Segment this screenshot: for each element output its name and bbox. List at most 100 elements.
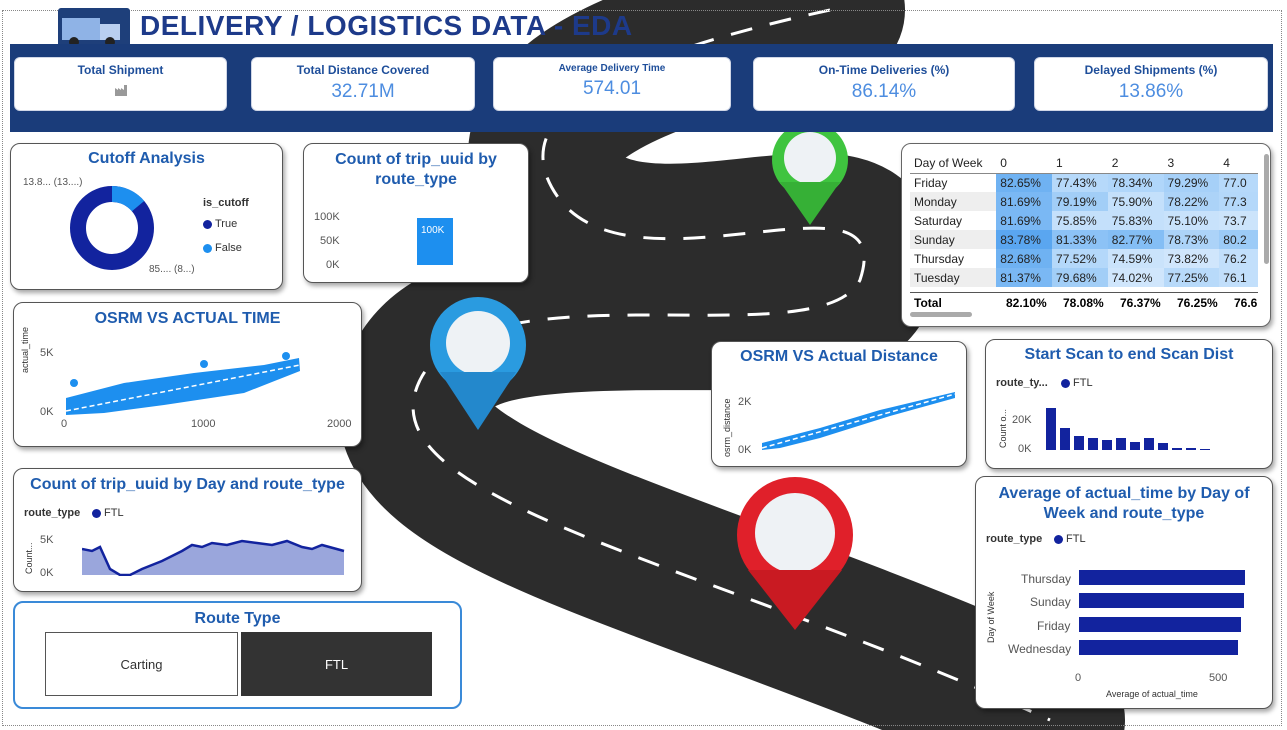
area-chart[interactable] bbox=[82, 531, 347, 576]
kpi-label: Average Delivery Time bbox=[558, 63, 666, 74]
row-header: Saturday bbox=[914, 213, 963, 228]
matrix-cell: 78.22% bbox=[1163, 192, 1220, 211]
bar-sunday[interactable] bbox=[1079, 593, 1244, 608]
category-label: Thursday bbox=[1021, 572, 1072, 586]
legend-label: FTL bbox=[1073, 377, 1093, 389]
x-tick: 500 bbox=[1209, 672, 1228, 684]
matrix-cell: 78.73% bbox=[1163, 230, 1220, 249]
legend-title: route_type bbox=[986, 533, 1043, 545]
matrix-cell: 76.2 bbox=[1219, 249, 1258, 268]
total-cell: 76.37% bbox=[1120, 296, 1161, 310]
matrix-corner: Day of Week bbox=[914, 156, 983, 171]
matrix-col-header[interactable]: 4 bbox=[1219, 154, 1258, 173]
kpi-label: Delayed Shipments (%) bbox=[1084, 63, 1218, 77]
bar-thursday[interactable] bbox=[1079, 570, 1245, 585]
x-axis-label: Average of actual_time bbox=[1106, 689, 1198, 699]
x-tick: 2000 bbox=[327, 418, 352, 430]
donut-chart[interactable] bbox=[66, 182, 158, 274]
matrix-cell: 79.68% bbox=[1052, 268, 1108, 287]
matrix-cell: 75.85% bbox=[1052, 211, 1108, 230]
matrix-cell: 75.10% bbox=[1163, 211, 1220, 230]
row-header: Tuesday bbox=[914, 270, 960, 285]
matrix-cell: 75.90% bbox=[1107, 192, 1164, 211]
matrix-col-header[interactable]: 0 bbox=[996, 154, 1052, 173]
legend-dot-icon bbox=[203, 243, 212, 253]
kpi-total-shipment: Total Shipment bbox=[14, 57, 227, 111]
row-header: Thursday bbox=[914, 251, 965, 266]
legend-label: FTL bbox=[1066, 533, 1086, 545]
x-tick: 0 bbox=[61, 418, 68, 430]
y-tick: 0K bbox=[40, 567, 54, 579]
matrix-cell: 83.78% bbox=[996, 230, 1053, 249]
kpi-value: 574.01 bbox=[582, 78, 642, 99]
total-cell: 76.6 bbox=[1234, 296, 1258, 310]
total-cell: 82.10% bbox=[1006, 296, 1047, 310]
matrix-cell: 82.68% bbox=[996, 249, 1053, 268]
osrm-vs-actual-distance-card[interactable]: OSRM VS Actual Distance osrm_distance 2K… bbox=[711, 341, 967, 467]
vertical-scrollbar[interactable] bbox=[1264, 154, 1269, 264]
y-axis-label: actual_time bbox=[20, 326, 30, 373]
y-tick: 2K bbox=[738, 396, 752, 408]
legend-item-ftl[interactable]: FTL bbox=[92, 507, 124, 519]
y-axis-label: osrm_distance bbox=[722, 398, 732, 457]
trip-count-day-card[interactable]: Count of trip_uuid by Day and route_type… bbox=[13, 468, 362, 592]
matrix-cell: 76.1 bbox=[1219, 268, 1258, 287]
kpi-total-distance: Total Distance Covered 32.71M bbox=[251, 57, 475, 111]
matrix-total-row: Total 82.10% 78.08% 76.37% 76.25% 76.6 bbox=[910, 292, 1258, 312]
bar-data-label: 100K bbox=[421, 225, 445, 236]
matrix-col-header[interactable]: 1 bbox=[1052, 154, 1108, 173]
matrix-col-header[interactable]: 2 bbox=[1108, 154, 1164, 173]
matrix-cell: 77.25% bbox=[1163, 268, 1220, 287]
bar-wednesday[interactable] bbox=[1079, 640, 1238, 655]
y-tick: 20K bbox=[1012, 414, 1032, 426]
scatter-plot[interactable] bbox=[64, 343, 354, 418]
category-label: Friday bbox=[1037, 619, 1071, 633]
y-axis-label: Day of Week bbox=[986, 591, 996, 643]
card-title: Average of actual_time by Day of Week an… bbox=[998, 485, 1250, 522]
histogram[interactable] bbox=[1044, 406, 1214, 450]
category-label: Wednesday bbox=[1008, 642, 1072, 656]
matrix-cell: 77.43% bbox=[1052, 173, 1108, 192]
kpi-label: Total Shipment bbox=[77, 63, 164, 77]
slicer-option-ftl[interactable]: FTL bbox=[241, 632, 432, 696]
card-title: Count of trip_uuid by route_type bbox=[335, 151, 497, 188]
row-header: Friday bbox=[914, 175, 948, 190]
legend-dot-icon bbox=[92, 508, 101, 518]
factory-icon bbox=[15, 83, 226, 102]
trip-count-route-card[interactable]: Count of trip_uuid by route_type 100K 50… bbox=[303, 143, 529, 283]
avg-actual-time-card[interactable]: Average of actual_time by Day of Week an… bbox=[975, 476, 1273, 709]
legend-item-ftl[interactable]: FTL bbox=[1061, 377, 1093, 389]
matrix-cell: 73.7 bbox=[1219, 211, 1258, 230]
matrix-cell: 79.19% bbox=[1052, 192, 1108, 211]
matrix-cell: 77.0 bbox=[1219, 173, 1258, 192]
y-tick: 5K bbox=[40, 534, 54, 546]
legend-item-false[interactable]: False bbox=[203, 242, 242, 254]
matrix-cell: 77.52% bbox=[1052, 249, 1108, 268]
y-tick: 0K bbox=[1018, 443, 1032, 455]
total-cell: 78.08% bbox=[1063, 296, 1104, 310]
dashboard-title: DELIVERY / LOGISTICS DATA - EDA bbox=[140, 10, 633, 41]
kpi-avg-delivery-time: Average Delivery Time 574.01 bbox=[493, 57, 731, 111]
cutoff-matrix-card[interactable]: Day of Week 0 1 2 3 4 Friday 82.65% 77.43%… bbox=[901, 143, 1271, 327]
legend-dot-icon bbox=[1054, 534, 1063, 544]
scan-dist-card[interactable]: Start Scan to end Scan Dist route_ty... … bbox=[985, 339, 1273, 469]
bar-friday[interactable] bbox=[1079, 617, 1241, 632]
horizontal-scrollbar[interactable] bbox=[910, 312, 972, 317]
slicer-option-carting[interactable]: Carting bbox=[45, 632, 238, 696]
legend-label: FTL bbox=[104, 507, 124, 519]
osrm-vs-actual-time-card[interactable]: OSRM VS ACTUAL TIME actual_time 5K 0K 0 … bbox=[13, 302, 362, 447]
legend-title: route_type bbox=[24, 507, 81, 519]
legend-item-ftl[interactable]: FTL bbox=[1054, 533, 1086, 545]
legend-item-true[interactable]: True bbox=[203, 218, 237, 230]
legend-label: True bbox=[215, 218, 238, 230]
scatter-plot[interactable] bbox=[760, 388, 960, 453]
y-axis-label: Count o... bbox=[998, 408, 1008, 448]
kpi-label: Total Distance Covered bbox=[296, 63, 430, 77]
total-cell: 76.25% bbox=[1177, 296, 1218, 310]
matrix-col-header[interactable]: 3 bbox=[1164, 154, 1220, 173]
category-label: Sunday bbox=[1030, 595, 1071, 609]
y-tick: 0K bbox=[738, 444, 752, 456]
matrix-table: Day of Week 0 1 2 3 4 Friday 82.65% 77.43%… bbox=[910, 154, 1258, 287]
cutoff-analysis-card[interactable]: Cutoff Analysis 13.8... (13....) 85.... … bbox=[10, 143, 283, 290]
kpi-on-time: On-Time Deliveries (%) 86.14% bbox=[753, 57, 1015, 111]
